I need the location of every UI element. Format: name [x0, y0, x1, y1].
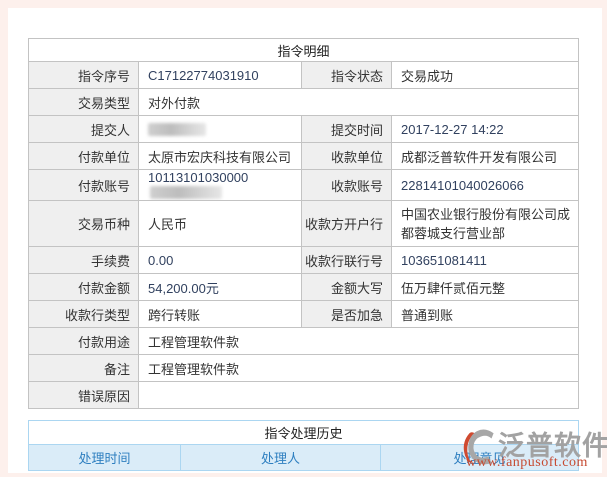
field-payee-bank-value: 中国农业银行股份有限公司成都蓉城支行营业部 [390, 200, 580, 247]
field-bank-no-value: 103651081411 [390, 246, 580, 274]
field-submitter-label: 提交人 [28, 115, 139, 143]
field-payee-unit-value: 成都泛普软件开发有限公司 [390, 142, 580, 170]
field-payee-account-label: 收款账号 [301, 169, 392, 201]
field-payee-unit-label: 收款单位 [301, 142, 392, 170]
field-error-reason-value [137, 381, 580, 409]
field-submit-time-label: 提交时间 [301, 115, 392, 143]
field-fee-value: 0.00 [138, 246, 302, 274]
field-transaction-type-label: 交易类型 [28, 88, 139, 116]
page-content: 指令明细 指令序号 C17122774031910 指令状态 交易成功 交易类型… [8, 8, 602, 473]
field-payer-unit-value: 太原市宏庆科技有限公司 [138, 142, 302, 170]
field-submitter-value [138, 115, 302, 143]
field-remark-label: 备注 [28, 354, 139, 382]
history-col-opinion: 处理意见 [379, 444, 580, 471]
history-col-process-time: 处理时间 [28, 444, 181, 471]
instruction-detail-table: 指令明细 指令序号 C17122774031910 指令状态 交易成功 交易类型… [27, 38, 580, 409]
field-fee-label: 手续费 [28, 246, 139, 274]
field-payee-bank-label: 收款方开户行 [301, 200, 392, 247]
history-col-processor: 处理人 [180, 444, 381, 471]
field-amount-words-value: 伍万肆仟贰佰元整 [390, 273, 580, 301]
field-amount-words-label: 金额大写 [301, 273, 392, 301]
field-bank-type-value: 跨行转账 [138, 300, 302, 328]
history-table-title: 指令处理历史 [27, 420, 580, 445]
field-purpose-label: 付款用途 [28, 327, 139, 355]
redacted-account-digits [150, 186, 222, 200]
field-currency-label: 交易币种 [28, 200, 139, 247]
detail-table-title: 指令明细 [27, 38, 580, 62]
field-instruction-status-label: 指令状态 [301, 61, 392, 89]
field-bank-type-label: 收款行类型 [28, 300, 139, 328]
field-payer-account-value: 10113101030000 [138, 169, 302, 201]
field-submit-time-value: 2017-12-27 14:22 [390, 115, 580, 143]
field-amount-label: 付款金额 [28, 273, 139, 301]
field-payer-unit-label: 付款单位 [28, 142, 139, 170]
redacted-submitter [148, 122, 206, 136]
field-instruction-status-value: 交易成功 [390, 61, 580, 89]
instruction-history-table: 指令处理历史 处理时间 处理人 处理意见 [27, 420, 580, 471]
field-payee-account-value: 22814101040026066 [390, 169, 580, 201]
field-urgent-value: 普通到账 [390, 300, 580, 328]
field-instruction-no-value: C17122774031910 [138, 61, 302, 89]
field-amount-value: 54,200.00元 [138, 273, 302, 301]
field-remark-value: 工程管理软件款 [137, 354, 580, 382]
field-instruction-no-label: 指令序号 [28, 61, 139, 89]
field-bank-no-label: 收款行联行号 [301, 246, 392, 274]
field-error-reason-label: 错误原因 [28, 381, 139, 409]
field-payer-account-label: 付款账号 [28, 169, 139, 201]
field-currency-value: 人民币 [138, 200, 302, 247]
field-transaction-type-value: 对外付款 [137, 88, 580, 116]
field-urgent-label: 是否加急 [301, 300, 392, 328]
field-purpose-value: 工程管理软件款 [137, 327, 580, 355]
